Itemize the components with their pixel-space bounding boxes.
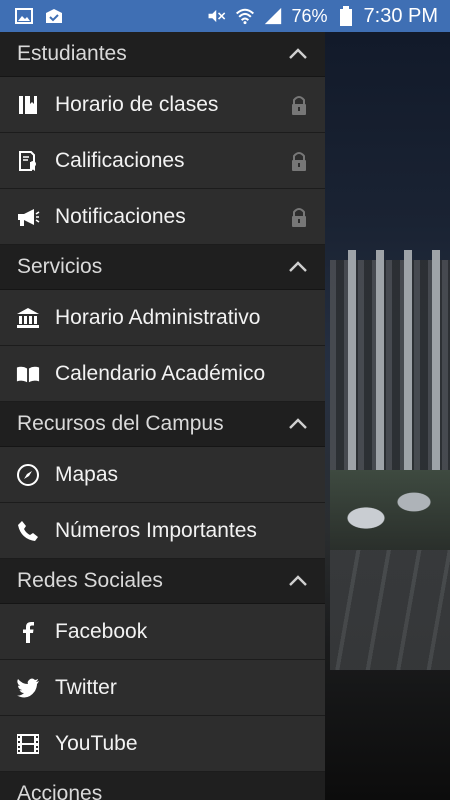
chevron-up-icon[interactable]	[287, 256, 309, 278]
mute-icon	[207, 6, 227, 26]
signal-icon	[263, 6, 283, 26]
background-parking-lot	[330, 550, 450, 670]
certificate-icon	[16, 149, 40, 173]
battery-icon	[336, 6, 356, 26]
bank-icon	[16, 306, 40, 330]
status-time: 7:30 PM	[363, 4, 438, 27]
section-title: Estudiantes	[17, 42, 127, 65]
lock-icon	[289, 149, 309, 173]
menu-item-label: Calendario Académico	[55, 361, 266, 385]
menu-item-horario-administrativo[interactable]: Horario Administrativo	[0, 290, 325, 346]
menu-item-label: Horario de clases	[55, 92, 219, 116]
menu-item-label: Horario Administrativo	[55, 305, 261, 329]
twitter-icon	[16, 676, 40, 700]
section-title: Redes Sociales	[17, 569, 163, 592]
menu-item-calendario-academico[interactable]: Calendario Académico	[0, 346, 325, 402]
menu-item-label: Mapas	[55, 462, 119, 486]
section-title: Recursos del Campus	[17, 412, 224, 435]
lock-icon	[289, 93, 309, 117]
menu-item-youtube[interactable]: YouTube	[0, 716, 325, 772]
menu-item-notificaciones[interactable]: Notificaciones	[0, 189, 325, 245]
section-header-servicios[interactable]: Servicios	[0, 245, 325, 290]
book-icon	[16, 93, 40, 117]
section-header-recursos-del-campus[interactable]: Recursos del Campus	[0, 402, 325, 447]
background-columns	[330, 250, 450, 490]
section-header-estudiantes[interactable]: Estudiantes	[0, 32, 325, 77]
menu-item-label: YouTube	[55, 731, 138, 755]
menu-item-label: Twitter	[55, 675, 117, 699]
menu-item-calificaciones[interactable]: Calificaciones	[0, 133, 325, 189]
sync-icon	[44, 6, 64, 26]
phone-icon	[16, 519, 40, 543]
megaphone-icon	[16, 205, 40, 229]
menu-item-label: Números Importantes	[55, 518, 257, 542]
section-title: Acciones	[17, 782, 103, 800]
chevron-up-icon[interactable]	[287, 570, 309, 592]
menu-item-label: Facebook	[55, 619, 148, 643]
open-book-icon	[16, 362, 40, 386]
menu-item-label: Calificaciones	[55, 148, 185, 172]
chevron-up-icon[interactable]	[287, 43, 309, 65]
chevron-up-icon[interactable]	[287, 413, 309, 435]
menu-item-facebook[interactable]: Facebook	[0, 604, 325, 660]
compass-icon	[16, 463, 40, 487]
section-header-redes-sociales[interactable]: Redes Sociales	[0, 559, 325, 604]
film-icon	[16, 732, 40, 756]
gallery-icon	[14, 6, 34, 26]
battery-percent: 76%	[291, 5, 328, 26]
menu-item-horario-de-clases[interactable]: Horario de clases	[0, 77, 325, 133]
section-header-acciones[interactable]: Acciones	[0, 772, 325, 800]
menu-item-twitter[interactable]: Twitter	[0, 660, 325, 716]
wifi-icon	[235, 6, 255, 26]
background-cars	[330, 470, 450, 550]
menu-item-numeros-importantes[interactable]: Números Importantes	[0, 503, 325, 559]
facebook-icon	[16, 620, 40, 644]
section-title: Servicios	[17, 255, 103, 278]
navigation-drawer: Estudiantes Horario de clases Calificaci…	[0, 32, 325, 800]
menu-item-mapas[interactable]: Mapas	[0, 447, 325, 503]
menu-item-label: Notificaciones	[55, 204, 186, 228]
lock-icon	[289, 205, 309, 229]
status-bar: 76% 7:30 PM	[0, 0, 450, 32]
